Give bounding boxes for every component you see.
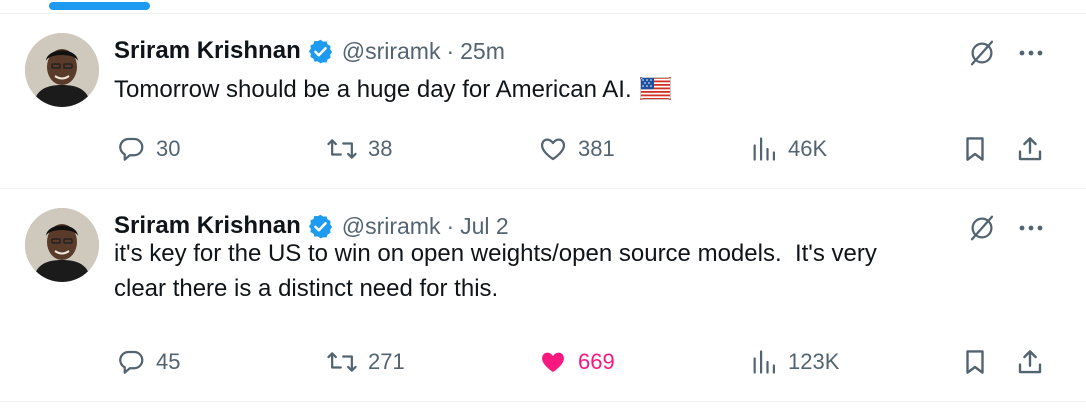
repost-count: 271 [368,349,405,374]
like-icon-filled [538,347,568,377]
repost-icon [326,347,358,377]
reply-count: 30 [156,136,181,161]
tweet-actions: 45 271 669 123K [0,344,1086,380]
share-icon [1015,347,1045,377]
reply-icon [116,134,146,164]
like-count: 669 [578,349,615,374]
tweet-text-content: Tomorrow should be a huge day for Americ… [114,76,632,103]
views-count: 46K [788,136,828,161]
share-button[interactable] [1015,344,1045,380]
us-flag-emoji [639,77,671,100]
avatar[interactable] [25,33,99,107]
tweet[interactable]: Sriram Krishnan @sriramk · Jul 2 it's ke… [0,189,1086,402]
reply-icon [116,347,146,377]
reply-count: 45 [156,349,181,374]
views-button[interactable]: 46K [750,131,827,167]
tweet-text-line: clear there is a distinct need for this. [114,275,499,302]
views-count: 123K [788,349,840,374]
reply-button[interactable]: 30 [116,131,180,167]
bookmark-button[interactable] [960,344,990,380]
bookmark-icon [960,134,990,164]
like-count: 381 [578,136,615,161]
tweet-header: Sriram Krishnan @sriramk · 25m [114,35,505,67]
share-button[interactable] [1015,131,1045,167]
repost-icon [326,134,358,164]
separator: · [446,37,455,64]
avatar[interactable] [25,208,99,282]
timestamp[interactable]: 25m [460,38,505,65]
views-button[interactable]: 123K [750,344,839,380]
tweet-text-line: it's key for the US to win on open weigh… [114,240,877,267]
tweet-actions: 30 38 381 46K [0,131,1086,167]
more-icon[interactable] [1014,211,1048,245]
tweet-text: Tomorrow should be a huge day for Americ… [114,72,671,107]
share-icon [1015,134,1045,164]
author-handle[interactable]: @sriramk [342,38,441,65]
like-icon [538,134,568,164]
tweet-text: it's key for the US to win on open weigh… [114,236,877,306]
like-button[interactable]: 381 [538,131,615,167]
views-icon [750,135,778,163]
author-name[interactable]: Sriram Krishnan [114,37,301,65]
grok-icon[interactable] [965,36,999,70]
bookmark-button[interactable] [960,131,990,167]
grok-icon[interactable] [965,211,999,245]
repost-count: 38 [368,136,393,161]
views-icon [750,348,778,376]
bookmark-icon [960,347,990,377]
repost-button[interactable]: 271 [326,344,405,380]
repost-button[interactable]: 38 [326,131,392,167]
active-tab-indicator [49,2,150,10]
reply-button[interactable]: 45 [116,344,180,380]
tweet[interactable]: Sriram Krishnan @sriramk · 25m Tomorrow … [0,14,1086,189]
more-icon[interactable] [1014,36,1048,70]
verified-badge-icon [307,38,334,65]
like-button[interactable]: 669 [538,344,615,380]
